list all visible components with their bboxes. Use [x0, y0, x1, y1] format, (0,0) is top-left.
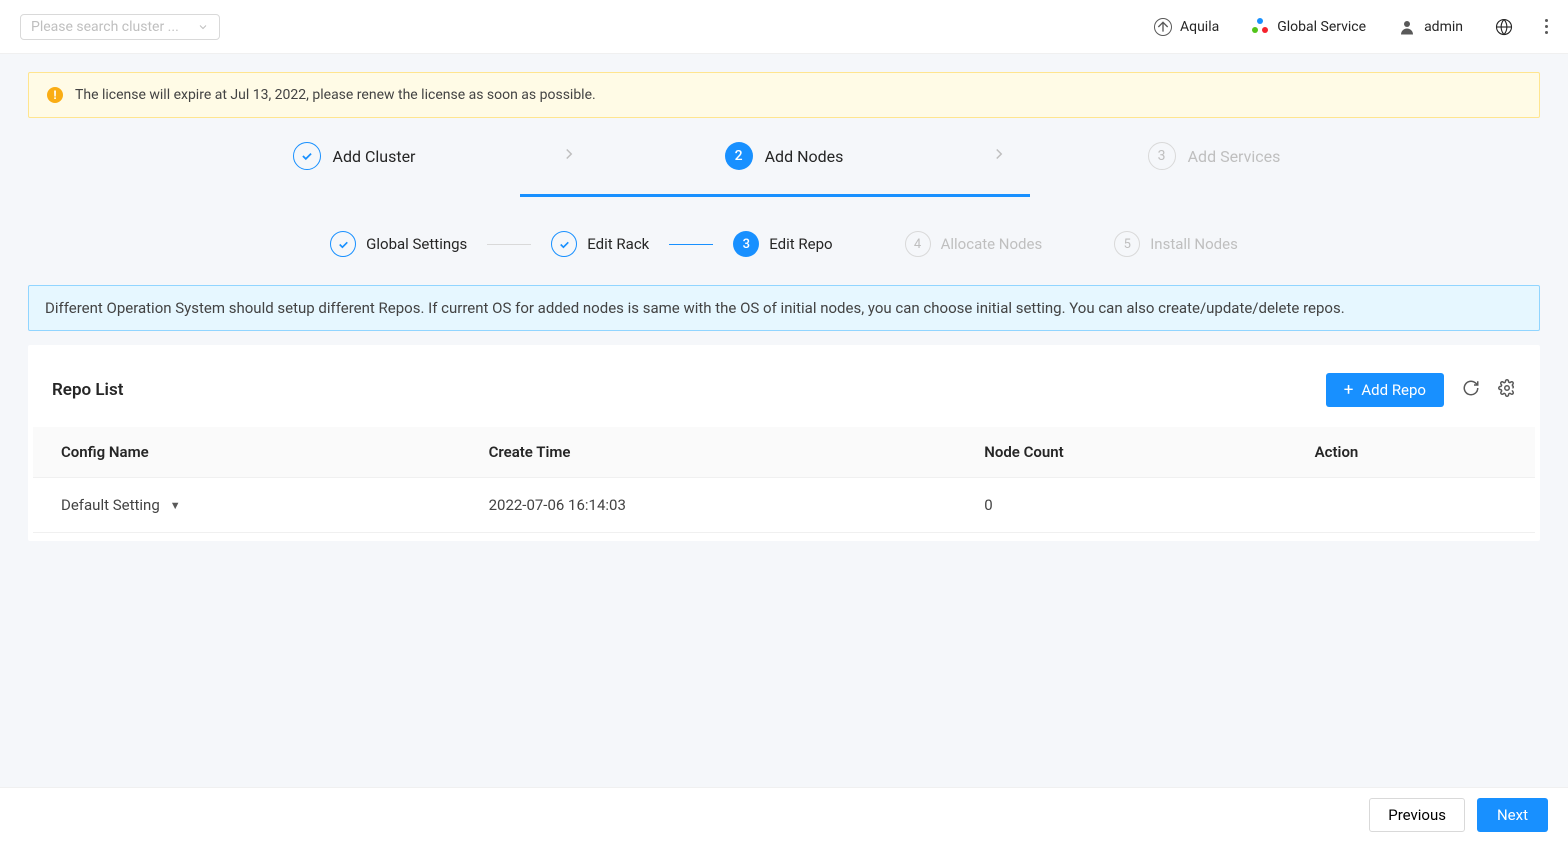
sub-step-edit-repo[interactable]: 3 Edit Repo: [733, 231, 832, 257]
step-done-icon: [293, 142, 321, 170]
previous-button[interactable]: Previous: [1369, 798, 1465, 832]
add-repo-label: Add Repo: [1361, 381, 1426, 399]
chevron-down-icon: [197, 21, 209, 33]
card-title: Repo List: [52, 380, 123, 400]
card-actions: + Add Repo: [1326, 373, 1516, 407]
sub-step-label: Edit Rack: [587, 235, 649, 253]
step-line: [487, 244, 531, 245]
substep-active-icon: 3: [733, 231, 759, 257]
th-create-time: Create Time: [469, 427, 965, 478]
cell-config-name: Default Setting: [61, 496, 160, 514]
substep-pending-icon: 4: [905, 231, 931, 257]
aquila-icon: [1154, 18, 1172, 36]
main-step-add-cluster[interactable]: Add Cluster: [148, 142, 560, 170]
sub-step-global-settings[interactable]: Global Settings: [330, 231, 467, 257]
more-icon: [1545, 19, 1548, 34]
th-node-count: Node Count: [964, 427, 1294, 478]
sub-step-edit-rack[interactable]: Edit Rack: [551, 231, 649, 257]
sub-step-install-nodes[interactable]: 5 Install Nodes: [1114, 231, 1238, 257]
license-alert-text: The license will expire at Jul 13, 2022,…: [75, 87, 596, 103]
more-menu[interactable]: [1545, 19, 1548, 34]
cell-action: [1295, 478, 1535, 533]
card-header: Repo List + Add Repo: [28, 373, 1540, 427]
add-repo-button[interactable]: + Add Repo: [1326, 373, 1444, 407]
sub-step-allocate-nodes[interactable]: 4 Allocate Nodes: [905, 231, 1043, 257]
global-service-icon: [1251, 18, 1269, 36]
th-config-name: Config Name: [33, 427, 469, 478]
cluster-search-placeholder: Please search cluster ...: [31, 19, 179, 35]
sub-step-label: Install Nodes: [1150, 235, 1238, 253]
cell-create-time: 2022-07-06 16:14:03: [469, 478, 965, 533]
refresh-button[interactable]: [1462, 379, 1480, 401]
main-step-label: Add Nodes: [765, 147, 844, 166]
step-active-icon: 2: [725, 142, 753, 170]
repo-info-banner: Different Operation System should setup …: [28, 285, 1540, 331]
page-content: ! The license will expire at Jul 13, 202…: [0, 54, 1568, 621]
active-step-underline: [520, 167, 1030, 197]
language-switch[interactable]: [1495, 18, 1513, 36]
cell-node-count: 0: [964, 478, 1294, 533]
refresh-icon: [1462, 379, 1480, 397]
th-action: Action: [1295, 427, 1535, 478]
main-wizard-steps: Add Cluster 2 Add Nodes 3 Add Services: [28, 142, 1540, 170]
step-line: [669, 244, 713, 245]
substep-pending-icon: 5: [1114, 231, 1140, 257]
plus-icon: +: [1344, 382, 1354, 399]
sub-step-label: Edit Repo: [769, 235, 832, 253]
chevron-right-icon: [990, 145, 1008, 167]
header-left: Please search cluster ...: [20, 14, 220, 40]
app-header: Please search cluster ... Aquila Global …: [0, 0, 1568, 54]
table-row: Default Setting ▼ 2022-07-06 16:14:03 0: [33, 478, 1535, 533]
user-icon: [1398, 18, 1416, 36]
gear-icon: [1498, 379, 1516, 397]
globe-icon: [1495, 18, 1513, 36]
sub-step-label: Allocate Nodes: [941, 235, 1043, 253]
admin-label: admin: [1424, 19, 1463, 35]
global-service-label: Global Service: [1277, 19, 1366, 35]
main-step-label: Add Cluster: [333, 147, 416, 166]
header-right: Aquila Global Service admin: [1154, 18, 1548, 36]
license-alert: ! The license will expire at Jul 13, 202…: [28, 72, 1540, 118]
substep-done-icon: [551, 231, 577, 257]
aquila-label: Aquila: [1180, 19, 1219, 35]
wizard-footer: Previous Next: [0, 787, 1568, 842]
sub-wizard-steps: Global Settings Edit Rack 3 Edit Repo 4 …: [28, 231, 1540, 257]
admin-menu[interactable]: admin: [1398, 18, 1463, 36]
repo-table: Config Name Create Time Node Count Actio…: [33, 427, 1535, 533]
caret-down-icon: ▼: [170, 499, 181, 512]
next-button[interactable]: Next: [1477, 798, 1548, 832]
global-service-link[interactable]: Global Service: [1251, 18, 1366, 36]
main-step-add-services[interactable]: 3 Add Services: [1008, 142, 1420, 170]
step-pending-icon: 3: [1148, 142, 1176, 170]
chevron-right-icon: [560, 145, 578, 167]
main-step-add-nodes[interactable]: 2 Add Nodes: [578, 142, 990, 170]
expand-row-toggle[interactable]: Default Setting ▼: [61, 496, 449, 514]
aquila-link[interactable]: Aquila: [1154, 18, 1219, 36]
settings-button[interactable]: [1498, 379, 1516, 401]
cluster-search-dropdown[interactable]: Please search cluster ...: [20, 14, 220, 40]
main-step-label: Add Services: [1188, 147, 1281, 166]
warning-icon: !: [47, 87, 63, 103]
repo-list-card: Repo List + Add Repo Config Name Create …: [28, 345, 1540, 541]
substep-done-icon: [330, 231, 356, 257]
sub-step-label: Global Settings: [366, 235, 467, 253]
